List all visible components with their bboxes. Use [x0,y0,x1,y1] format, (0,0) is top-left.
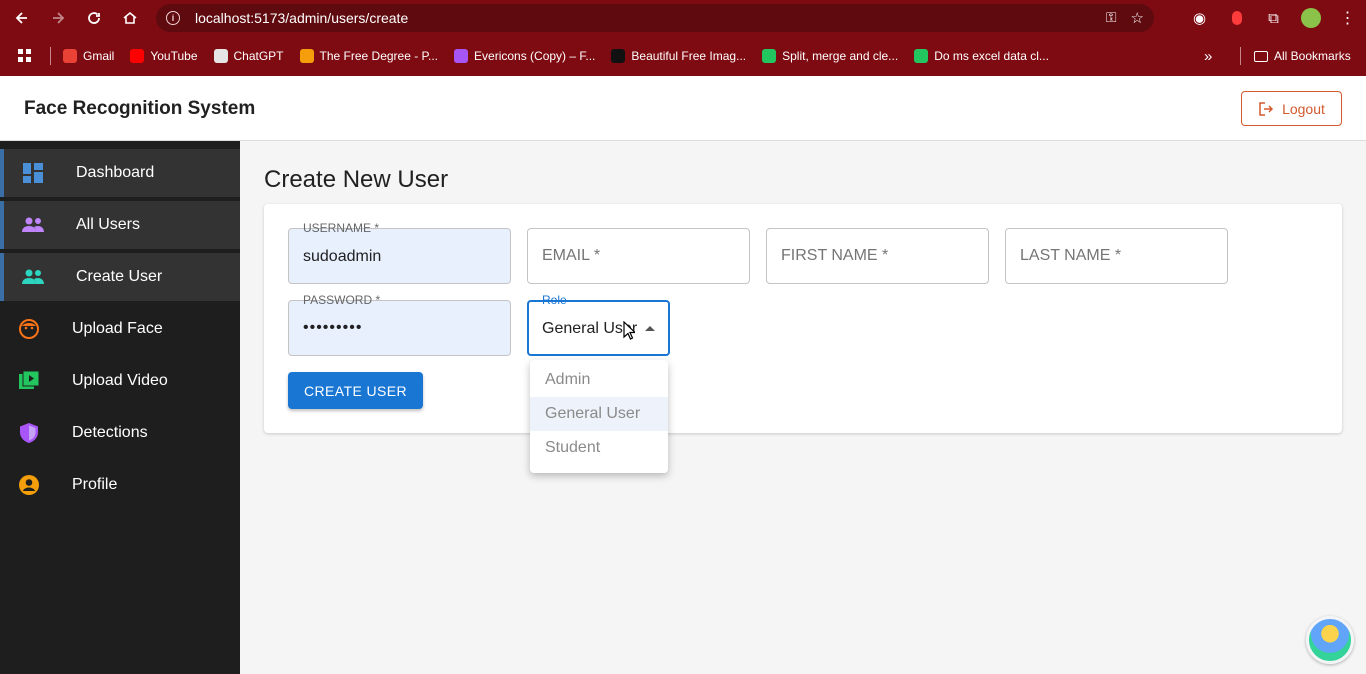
avatar[interactable] [1292,0,1329,36]
email-field[interactable]: EMAIL * [527,228,750,284]
bookmark-item[interactable]: Gmail [55,42,122,70]
account-icon [18,474,40,496]
bookmark-favicon-icon [130,49,145,63]
all-bookmarks[interactable]: All Bookmarks [1246,42,1359,70]
home-icon[interactable] [112,0,148,36]
last-name-field[interactable]: LAST NAME * [1005,228,1228,284]
logout-button[interactable]: Logout [1241,91,1342,126]
url-text: localhost:5173/admin/users/create [195,10,409,26]
bookmarks-divider [50,47,51,65]
sidebar-item-profile[interactable]: Profile [0,461,240,509]
username-label: USERNAME * [299,221,384,235]
folder-icon [1254,50,1268,62]
app-title: Face Recognition System [24,98,256,119]
bookmark-item[interactable]: Evericons (Copy) – F... [446,42,603,70]
sidebar-item-create-user[interactable]: Create User [0,253,240,301]
mouse-cursor-icon [623,321,635,340]
bookmark-favicon-icon [213,49,228,63]
page-title: Create New User [264,166,449,193]
last-name-placeholder: LAST NAME * [1020,247,1122,264]
users-icon [22,266,44,288]
forward-icon[interactable] [40,0,76,36]
logout-icon [1259,101,1274,116]
floating-avatar-icon[interactable] [1306,616,1354,664]
dashboard-icon [22,162,44,184]
sidebar-item-detections[interactable]: Detections [0,409,240,457]
role-select[interactable]: Role General User [527,293,670,356]
bookmark-item[interactable]: Split, merge and cle... [754,42,906,70]
password-value: ••••••••• [303,319,363,336]
role-option-student[interactable]: Student [530,431,668,465]
app-header: Face Recognition System Logout [0,76,1366,141]
star-icon[interactable]: ☆ [1131,9,1144,27]
bookmark-item[interactable]: YouTube [122,42,205,70]
browser-toolbar: i localhost:5173/admin/users/create ⚿ ☆ … [0,0,1366,36]
first-name-placeholder: FIRST NAME * [781,247,889,264]
face-icon [18,318,40,340]
bookmark-favicon-icon [454,49,469,63]
bookmark-favicon-icon [63,49,77,63]
sidebar-item-all-users[interactable]: All Users [0,201,240,249]
caret-up-icon [645,326,655,331]
bookmark-favicon-icon [762,49,777,63]
bookmark-item[interactable]: Beautiful Free Imag... [603,42,754,70]
bookmarks-bar: Gmail YouTube ChatGPT The Free Degree - P..… [0,36,1366,76]
more-bookmarks-icon[interactable]: » [1204,48,1212,65]
role-label: Role [538,293,571,307]
bookmark-favicon-icon [299,49,314,63]
sidebar-item-upload-face[interactable]: Upload Face [0,305,240,353]
username-field[interactable]: USERNAME * sudoadmin [288,221,511,284]
key-icon[interactable]: ⚿ [1106,9,1117,27]
sidebar: Dashboard All Users Create User Upload F… [0,141,240,674]
role-option-admin[interactable]: Admin [530,363,668,397]
sidebar-item-dashboard[interactable]: Dashboard [0,149,240,197]
shield-icon [18,422,40,444]
bookmark-favicon-icon [611,49,626,63]
apps-grid-icon[interactable] [0,42,40,70]
bookmark-favicon-icon [914,49,929,63]
bookmark-item[interactable]: Do ms excel data cl... [906,42,1057,70]
role-option-general-user[interactable]: General User [530,397,668,431]
extension-red-icon[interactable] [1218,0,1255,36]
first-name-field[interactable]: FIRST NAME * [766,228,989,284]
users-icon [22,214,44,236]
username-value: sudoadmin [303,248,382,265]
reload-icon[interactable] [76,0,112,36]
password-field[interactable]: PASSWORD * ••••••••• [288,293,511,356]
bookmark-item[interactable]: The Free Degree - P... [292,42,447,70]
site-info-icon[interactable]: i [166,11,180,25]
create-user-button[interactable]: CREATE USER [288,372,423,409]
role-dropdown-menu: Admin General User Student [530,360,668,473]
menu-kebab-icon[interactable]: ⋮ [1329,0,1366,36]
bookmarks-divider [1240,47,1241,65]
video-icon [18,370,40,392]
address-bar[interactable]: i localhost:5173/admin/users/create ⚿ ☆ [156,4,1154,32]
password-label: PASSWORD * [299,293,385,307]
bookmark-item[interactable]: ChatGPT [206,42,292,70]
email-placeholder: EMAIL * [542,247,601,264]
puzzle-icon[interactable]: ⧉ [1255,0,1292,36]
sidebar-item-upload-video[interactable]: Upload Video [0,357,240,405]
back-icon[interactable] [4,0,40,36]
camera-icon[interactable]: ◉ [1181,0,1218,36]
